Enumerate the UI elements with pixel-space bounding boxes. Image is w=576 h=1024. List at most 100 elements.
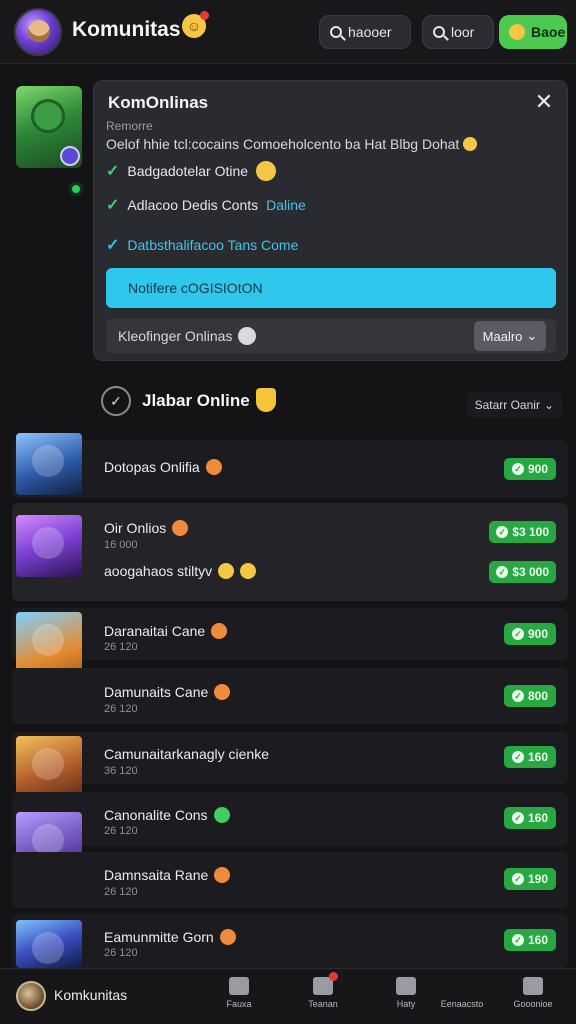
check-badge-icon: ✓ (511, 812, 524, 824)
list-item[interactable]: Canonalite Cons 26 120 ✓ 160 (12, 792, 568, 898)
list-item[interactable]: Eamunmitte Gorn 26 120 ✓ 160 (12, 914, 568, 968)
list-item[interactable]: Dotopas Onlifia ✓ 900 (12, 433, 568, 498)
list-item-name: Damnsaita Rane (104, 867, 231, 883)
list-item-name: Camunaitarkanagly cienke (104, 746, 269, 762)
search-button-label: haooer (348, 24, 392, 40)
price-value: 900 (527, 627, 549, 641)
fire-icon (205, 459, 222, 475)
bottom-nav-title: Komkunitas (54, 987, 128, 1003)
chevron-down-icon: ⌄ (526, 328, 538, 343)
price-value: 800 (527, 689, 549, 703)
checklist-text: Adlacoo Dedis Conts (127, 197, 259, 213)
primary-action-button[interactable]: Baoe (499, 15, 567, 49)
community-popup: KomOnlinas ✕ Remorre Oelof hhie tcl:coca… (93, 80, 568, 361)
check-icon: ✓ (106, 197, 120, 214)
option-dropdown-label: Maalro (482, 328, 523, 344)
price-value: 190 (527, 872, 549, 886)
community-avatar[interactable] (16, 981, 46, 1011)
list-item-sub: 26 120 (104, 641, 138, 653)
nav-item-label: Haty (396, 999, 416, 1009)
price-badge[interactable]: ✓ 800 (504, 685, 556, 707)
list-item-sub: 26 120 (104, 825, 138, 837)
nav-item-label: Teanan (308, 999, 338, 1009)
fire-icon (214, 684, 231, 700)
list-item-sub: 26 120 (104, 886, 138, 898)
price-value: $3 000 (512, 565, 549, 579)
fire-icon (214, 867, 231, 883)
check-badge-icon: ✓ (496, 566, 509, 578)
nav-item-community[interactable]: Eenaacsto (427, 977, 497, 1019)
list-item-title: Eamunmitte Gorn (104, 929, 214, 945)
list-item-title: Dotopas Onlifia (104, 459, 200, 475)
popup-game-avatar[interactable] (16, 86, 82, 168)
list-item[interactable]: Daranaitai Cane 26 120 ✓ 900 (12, 608, 568, 716)
checklist-highlight: Daline (266, 197, 306, 213)
nav-item-messages[interactable]: Teanan (288, 972, 358, 1019)
list-item-sub: 26 120 (104, 703, 138, 715)
price-badge[interactable]: ✓ 160 (504, 807, 556, 829)
game-avatar (16, 515, 82, 577)
popup-option-row[interactable]: Kleofinger Onlinas Maalro ⌄ (106, 319, 556, 353)
checklist-item: ✓ Badgadotelar Otine (106, 161, 277, 181)
filter-button-label: loor (451, 24, 475, 40)
popup-description-text: Oelof hhie tcl:cocains Comoeholcento ba … (106, 136, 460, 152)
close-icon[interactable]: ✕ (531, 89, 557, 115)
list-item-name: Oir Onlios (104, 520, 189, 536)
fire-icon (219, 929, 236, 945)
notification-cta-button[interactable]: Notifere cOGISIOtON (106, 268, 556, 308)
check-badge-icon: ✓ (511, 751, 524, 763)
check-icon: ✓ (106, 163, 120, 180)
shield-icon (256, 388, 276, 412)
price-badge[interactable]: ✓ $3 000 (489, 561, 556, 583)
list-item-title: Camunaitarkanagly cienke (104, 746, 269, 762)
price-badge[interactable]: ✓ 160 (504, 929, 556, 951)
emoji-icon (256, 161, 277, 181)
check-badge-icon: ✓ (511, 690, 524, 702)
price-badge[interactable]: ✓ $3 100 (489, 521, 556, 543)
emoji-icon (463, 137, 478, 151)
list-item[interactable]: Camunaitarkanagly cienke 36 120 ✓ 160 (12, 732, 568, 812)
select-all-checkbox[interactable]: ✓ (101, 386, 131, 416)
check-icon: ✓ (106, 237, 120, 254)
list-item[interactable]: Damunaits Cane 26 120 ✓ 800 (12, 668, 568, 724)
list-item-sub: 26 120 (104, 947, 138, 959)
list-item[interactable]: Oir Onlios 16 000 ✓ $3 100 aoogahaos stil… (12, 503, 568, 601)
list-item-name: Damunaits Cane (104, 684, 231, 700)
search-button[interactable]: haooer (319, 15, 411, 49)
list-item-name: Dotopas Onlifia (104, 459, 222, 475)
list-item-name: Daranaitai Cane (104, 623, 228, 639)
price-badge[interactable]: ✓ 900 (504, 458, 556, 480)
check-badge-icon: ✓ (511, 463, 524, 475)
check-badge-icon: ✓ (511, 628, 524, 640)
list-item-title: Damunaits Cane (104, 684, 209, 700)
price-value: $3 100 (512, 525, 549, 539)
option-dropdown-button[interactable]: Maalro ⌄ (474, 321, 546, 351)
bottom-navigation: Komkunitas Fauxa Teanan Haty Eenaacsto G… (0, 968, 576, 1024)
user-avatar[interactable] (14, 8, 62, 56)
checklist-item: ✓ Adlacoo Dedis Conts Daline (106, 195, 306, 215)
filter-button[interactable]: loor (422, 15, 494, 49)
list-item-title: aoogahaos stiltyv (104, 563, 213, 579)
emoji-icon (240, 563, 257, 579)
price-badge[interactable]: ✓ 160 (504, 746, 556, 768)
price-badge[interactable]: ✓ 900 (504, 623, 556, 645)
sort-dropdown[interactable]: Satarr Oanir ⌄ (466, 392, 562, 418)
flag-icon (396, 977, 416, 995)
checklist-text: Datbsthalifacoo Tans Come (127, 237, 299, 253)
price-badge[interactable]: ✓ 190 (504, 868, 556, 890)
list-item-sub: 36 120 (104, 765, 138, 777)
emoji-icon (218, 563, 235, 579)
nav-item-label: Eenaacsto (440, 999, 484, 1009)
primary-action-label: Baoe (531, 24, 566, 40)
nav-item-home[interactable]: Fauxa (204, 977, 274, 1019)
checklist-text: Badgadotelar Otine (127, 163, 249, 179)
check-badge-icon: ✓ (511, 873, 524, 885)
list-item-sub: 16 000 (104, 539, 138, 551)
list-item[interactable]: Damnsaita Rane 26 120 ✓ 190 (12, 852, 568, 908)
page-title: Komunitas (72, 18, 181, 41)
nav-item-profile[interactable]: Gooonioe (498, 977, 568, 1019)
price-value: 160 (527, 933, 549, 947)
smile-icon (509, 24, 525, 40)
emoji-face-icon[interactable]: ☺ (182, 11, 209, 38)
envelope-icon (523, 977, 543, 995)
